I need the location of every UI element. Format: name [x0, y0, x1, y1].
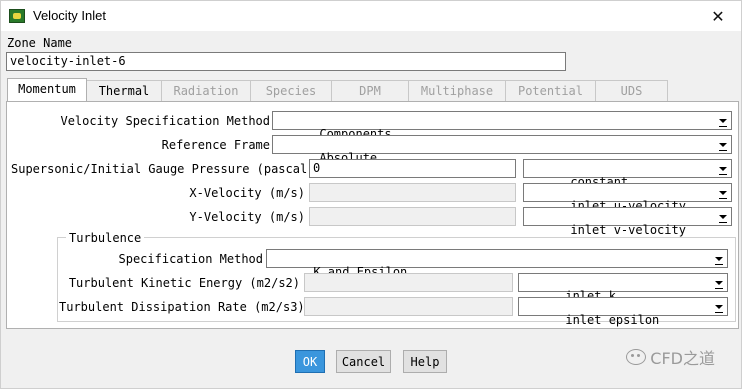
dropdown-arrow-icon — [712, 275, 726, 290]
turbulence-group-title: Turbulence — [66, 231, 145, 245]
close-button[interactable]: ✕ — [695, 1, 741, 31]
y-velocity-input[interactable] — [309, 207, 516, 226]
y-velocity-profile-select[interactable]: inlet v-velocity — [523, 207, 732, 237]
velocity-spec-select[interactable]: Components — [272, 111, 732, 141]
dropdown-arrow-icon — [716, 161, 730, 176]
dropdown-arrow-icon — [716, 209, 730, 224]
tab-bar: Momentum Thermal Radiation Species DPM M… — [7, 78, 668, 101]
watermark-text: CFD之道 — [650, 349, 715, 368]
y-velocity-profile-value: inlet v-velocity — [570, 223, 686, 237]
tke-input[interactable] — [304, 273, 513, 292]
tke-label: Turbulent Kinetic Energy (m2/s2) — [68, 276, 300, 290]
gauge-pressure-input[interactable]: 0 — [309, 159, 516, 178]
cancel-button[interactable]: Cancel — [336, 350, 391, 373]
velocity-inlet-dialog: Velocity Inlet ✕ Zone Name velocity-inle… — [0, 0, 742, 389]
fluent-app-icon — [9, 9, 25, 23]
x-velocity-profile-select[interactable]: inlet u-velocity — [523, 183, 732, 213]
dropdown-arrow-icon — [716, 137, 730, 152]
gauge-pressure-profile-select[interactable]: constant — [523, 159, 732, 189]
y-velocity-label: Y-Velocity (m/s) — [189, 210, 305, 224]
ok-button[interactable]: OK — [295, 350, 325, 373]
dropdown-arrow-icon — [712, 299, 726, 314]
tke-profile-select[interactable]: inlet k — [518, 273, 728, 303]
watermark: CFD之道 — [626, 345, 715, 369]
velocity-spec-label: Velocity Specification Method — [60, 114, 270, 128]
gauge-pressure-label: Supersonic/Initial Gauge Pressure (pasca… — [11, 162, 315, 176]
tdr-profile-select[interactable]: inlet epsilon — [518, 297, 728, 327]
tdr-input[interactable] — [304, 297, 513, 316]
x-velocity-input[interactable] — [309, 183, 516, 202]
reference-frame-label: Reference Frame — [161, 138, 270, 152]
tab-radiation[interactable]: Radiation — [161, 80, 251, 101]
tdr-label: Turbulent Dissipation Rate (m2/s3) — [59, 300, 305, 314]
dropdown-arrow-icon — [716, 185, 730, 200]
wechat-icon — [626, 349, 647, 365]
zone-name-input[interactable]: velocity-inlet-6 — [6, 52, 566, 71]
tab-dpm[interactable]: DPM — [331, 80, 409, 101]
tdr-profile-value: inlet epsilon — [565, 313, 660, 327]
momentum-panel: Velocity Specification Method Components… — [6, 101, 739, 329]
turbulence-spec-method-label: Specification Method — [118, 252, 264, 266]
tab-potential[interactable]: Potential — [505, 80, 596, 101]
dropdown-arrow-icon — [712, 251, 726, 266]
turbulence-spec-method-select[interactable]: K and Epsilon — [266, 249, 728, 279]
dropdown-arrow-icon — [716, 113, 730, 128]
tab-species[interactable]: Species — [250, 80, 332, 101]
window-title: Velocity Inlet — [33, 8, 106, 23]
zone-name-label: Zone Name — [7, 36, 73, 50]
tab-momentum[interactable]: Momentum — [7, 78, 87, 101]
x-velocity-label: X-Velocity (m/s) — [189, 186, 305, 200]
help-button[interactable]: Help — [403, 350, 447, 373]
title-bar: Velocity Inlet ✕ — [1, 1, 741, 31]
tab-thermal[interactable]: Thermal — [86, 80, 162, 101]
reference-frame-select[interactable]: Absolute — [272, 135, 732, 165]
tab-multiphase[interactable]: Multiphase — [408, 80, 506, 101]
tab-uds[interactable]: UDS — [595, 80, 668, 101]
